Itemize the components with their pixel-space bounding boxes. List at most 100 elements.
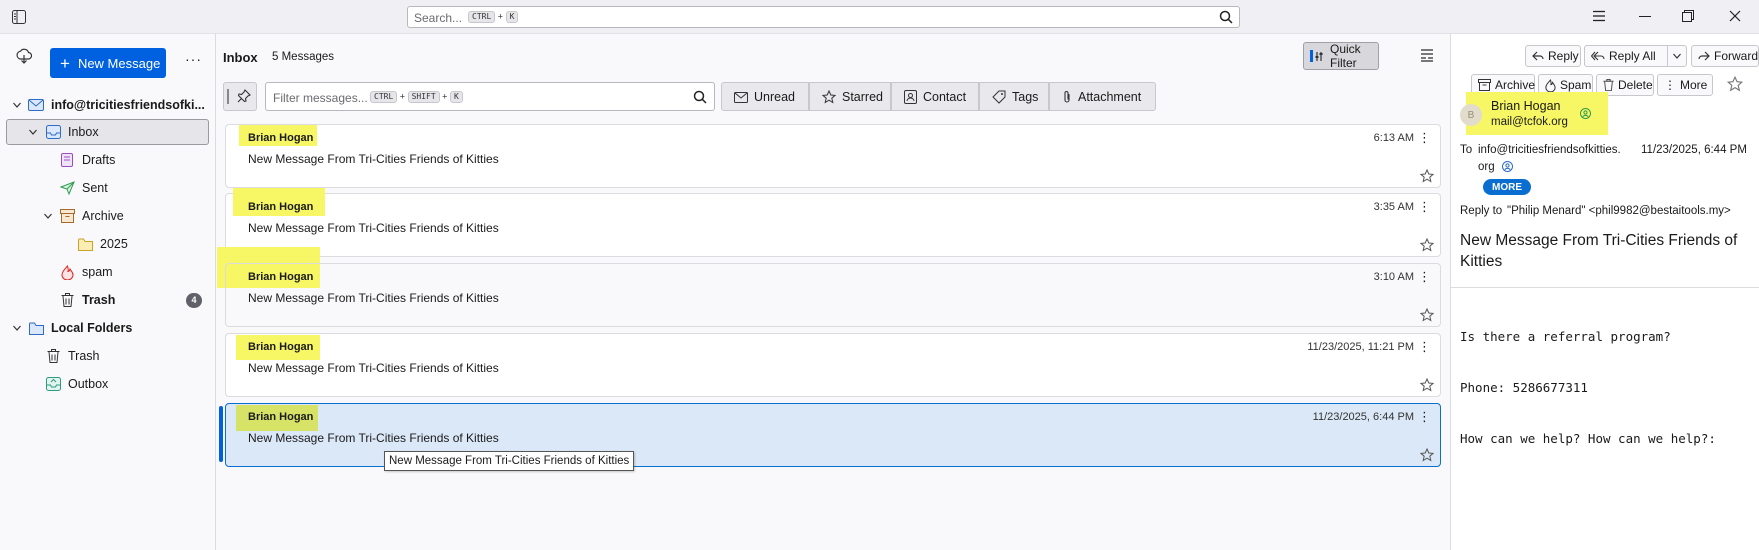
folder-trash[interactable]: Trash 4 <box>0 287 216 313</box>
folder-label: Archive <box>82 209 124 223</box>
reply-icon <box>1532 51 1544 61</box>
folder-inbox[interactable]: Inbox <box>6 119 209 145</box>
from-email[interactable]: mail@tcfok.org <box>1491 116 1568 128</box>
account-label: info@tricitiesfriendsofki... <box>51 98 205 112</box>
star-icon[interactable] <box>1420 169 1434 183</box>
search-icon[interactable] <box>1219 10 1233 24</box>
local-folder-outbox[interactable]: Outbox <box>0 371 216 397</box>
chevron-down-icon[interactable] <box>41 209 55 223</box>
chevron-down-icon[interactable] <box>26 125 40 139</box>
star-icon[interactable] <box>1420 308 1434 322</box>
folder-2025[interactable]: 2025 <box>0 231 216 257</box>
folder-drafts[interactable]: Drafts <box>0 147 216 173</box>
spam-icon <box>1545 78 1556 92</box>
reply-dropdown-button[interactable] <box>1667 45 1687 67</box>
folder-label: spam <box>82 265 113 279</box>
folder-sent[interactable]: Sent <box>0 175 216 201</box>
more-options-icon[interactable]: ··· <box>185 52 202 66</box>
to-recipient-cont[interactable]: org <box>1478 161 1495 173</box>
chevron-down-icon <box>1672 51 1682 61</box>
star-icon[interactable] <box>1420 448 1434 462</box>
message-subject: New Message From Tri-Cities Friends of K… <box>248 361 499 375</box>
address-book-icon[interactable] <box>1580 108 1591 119</box>
message-row[interactable]: Brian Hogan New Message From Tri-Cities … <box>225 333 1441 397</box>
message-menu-icon[interactable]: ⋮ <box>1418 270 1431 283</box>
new-message-label: New Message <box>77 55 161 71</box>
list-layout-icon[interactable] <box>1420 48 1434 62</box>
message-menu-icon[interactable]: ⋮ <box>1418 340 1431 353</box>
search-placeholder: Search... <box>414 11 463 25</box>
account-row[interactable]: info@tricitiesfriendsofki... <box>0 92 216 118</box>
filter-attachment-button[interactable]: Attachment <box>1049 82 1156 111</box>
chevron-down-icon[interactable] <box>10 98 24 112</box>
folder-label: Inbox <box>68 125 99 139</box>
search-icon[interactable] <box>693 90 707 104</box>
title-bar: Search... CTRL + K <box>0 0 1759 34</box>
local-folder-trash[interactable]: Trash <box>0 343 216 369</box>
restore-icon[interactable] <box>1682 10 1694 22</box>
message-menu-icon[interactable]: ⋮ <box>1418 200 1431 213</box>
reply-to-value[interactable]: "Philip Menard" <phil9982@bestaitools.my… <box>1507 205 1731 217</box>
message-menu-icon[interactable]: ⋮ <box>1418 131 1431 144</box>
selection-indicator <box>219 406 223 462</box>
more-button[interactable]: ⋮ More <box>1657 74 1713 96</box>
reply-all-button[interactable]: Reply All <box>1584 45 1668 67</box>
message-date: 6:13 AM <box>1373 132 1414 144</box>
body-line: Is there a referral program? <box>1460 329 1671 344</box>
filter-contact-button[interactable]: Contact <box>891 82 979 111</box>
filter-unread-button[interactable]: Unread <box>721 82 809 111</box>
sidebar-toggle-icon[interactable] <box>12 10 26 24</box>
filter-label: Tags <box>1012 89 1039 104</box>
chevron-down-icon[interactable] <box>10 321 24 335</box>
star-icon[interactable] <box>1420 238 1434 252</box>
reply-all-label: Reply All <box>1609 49 1656 63</box>
message-row[interactable]: Brian Hogan New Message From Tri-Cities … <box>225 188 1441 257</box>
more-recipients-button[interactable]: MORE <box>1483 179 1531 195</box>
message-sender: Brian Hogan <box>248 201 314 213</box>
unread-count-badge: 4 <box>186 292 202 308</box>
folder-spam[interactable]: spam <box>0 259 216 285</box>
sticky-filter-button[interactable] <box>223 82 257 111</box>
avatar: B <box>1460 104 1482 126</box>
archive-icon <box>1478 79 1491 91</box>
message-menu-icon[interactable]: ⋮ <box>1418 410 1431 423</box>
spam-icon <box>59 264 75 280</box>
spam-label: Spam <box>1560 78 1592 92</box>
message-sender: Brian Hogan <box>248 132 314 144</box>
folder-icon <box>77 236 93 252</box>
minimize-icon[interactable] <box>1639 16 1651 17</box>
close-icon[interactable] <box>1729 10 1741 22</box>
filter-label: Starred <box>842 89 883 104</box>
to-label: To <box>1460 144 1473 156</box>
forward-button[interactable]: Forward <box>1691 45 1759 67</box>
folder-label: Trash <box>82 293 116 307</box>
message-row[interactable]: Brian Hogan New Message From Tri-Cities … <box>225 124 1441 188</box>
sent-icon <box>59 180 75 196</box>
reading-pane: Reply Reply All Forward Archive Spam Del… <box>1450 34 1759 550</box>
filter-label: Contact <box>923 89 967 104</box>
star-icon[interactable] <box>1727 76 1743 92</box>
shortcut-key: CTRL <box>468 11 496 23</box>
filter-tags-button[interactable]: Tags <box>979 82 1049 111</box>
archive-icon <box>59 208 75 224</box>
get-messages-icon[interactable] <box>16 48 32 64</box>
plus-icon: + <box>60 53 70 73</box>
app-menu-icon[interactable] <box>1592 10 1606 22</box>
filter-messages-input[interactable]: Filter messages... CTRL + SHIFT + K <box>265 82 715 111</box>
reply-button[interactable]: Reply <box>1525 45 1581 67</box>
to-recipient[interactable]: info@tricitiesfriendsofkitties. <box>1478 144 1621 156</box>
folder-label: 2025 <box>100 237 128 251</box>
star-icon[interactable] <box>1420 378 1434 392</box>
local-folders-row[interactable]: Local Folders <box>0 315 216 341</box>
inbox-icon <box>45 124 61 140</box>
message-row[interactable]: Brian Hogan New Message From Tri-Cities … <box>225 263 1441 327</box>
address-book-icon[interactable] <box>1502 161 1513 172</box>
folder-archive[interactable]: Archive <box>0 203 216 229</box>
quick-filter-button[interactable]: Quick Filter <box>1303 42 1379 70</box>
filter-starred-button[interactable]: Starred <box>809 82 891 111</box>
new-message-button[interactable]: + New Message <box>50 48 166 78</box>
message-subject-header: New Message From Tri-Cities Friends of K… <box>1460 232 1738 270</box>
global-search-input[interactable]: Search... CTRL + K <box>407 6 1240 28</box>
message-count: 5 Messages <box>272 51 335 63</box>
from-name[interactable]: Brian Hogan <box>1491 99 1561 113</box>
